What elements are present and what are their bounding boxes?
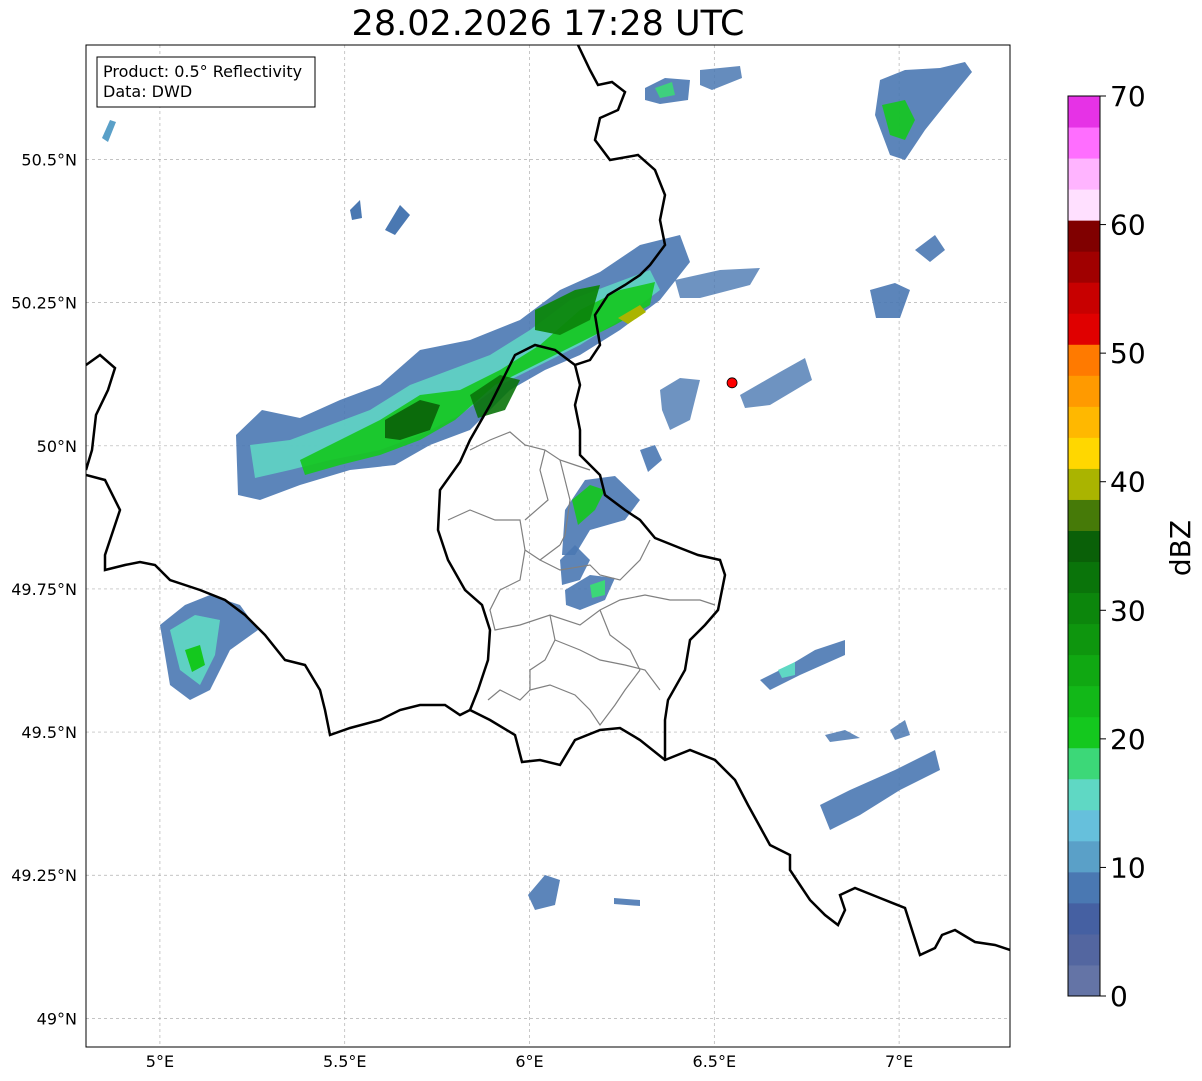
colorbar-segment (1068, 747, 1100, 780)
info-product: Product: 0.5° Reflectivity (103, 62, 302, 81)
colorbar: 0 10 20 30 40 50 60 70 (1067, 80, 1146, 1013)
colorbar-tick-label: 70 (1110, 80, 1146, 113)
colorbar-segment (1068, 437, 1100, 469)
info-box: Product: 0.5° Reflectivity Data: DWD (96, 56, 316, 108)
lat-tick-label: 49.25°N (11, 866, 77, 885)
colorbar-tick-label: 60 (1110, 209, 1146, 242)
colorbar-segment (1068, 127, 1100, 159)
colorbar-segment (1068, 871, 1100, 904)
colorbar-segment (1068, 716, 1100, 749)
lat-tick-label: 50.25°N (11, 294, 77, 313)
lat-tick-label: 49°N (37, 1009, 77, 1028)
lon-tick-label: 6.5°E (693, 1052, 737, 1071)
colorbar-tick-label: 0 (1110, 980, 1128, 1013)
colorbar-segment (1068, 282, 1100, 314)
colorbar-segment (1068, 158, 1100, 190)
colorbar-segment (1068, 933, 1100, 966)
lon-tick-label: 6°E (515, 1052, 543, 1071)
colorbar-label: dBZ (1164, 520, 1197, 576)
info-data-source: Data: DWD (103, 82, 192, 101)
colorbar-segment (1068, 902, 1100, 935)
lat-tick-label: 50.5°N (21, 151, 77, 170)
lat-tick-label: 49.5°N (21, 723, 77, 742)
colorbar-segment (1068, 840, 1100, 873)
colorbar-segment (1068, 623, 1100, 656)
colorbar-segment (1068, 592, 1100, 625)
colorbar-tick-label: 50 (1110, 337, 1146, 370)
colorbar-segment (1068, 778, 1100, 811)
colorbar-tick-label: 10 (1110, 851, 1146, 884)
colorbar-segment (1068, 189, 1100, 221)
colorbar-segment (1068, 685, 1100, 718)
colorbar-segment (1068, 220, 1100, 252)
colorbar-segment (1068, 809, 1100, 842)
lon-tick-label: 5.5°E (323, 1052, 367, 1071)
colorbar-segment (1068, 964, 1100, 997)
colorbar-segment (1068, 406, 1100, 438)
radar-site-marker (726, 377, 738, 389)
lat-tick-label: 49.75°N (11, 580, 77, 599)
colorbar-segment (1068, 654, 1100, 687)
map-svg: 5°E 5.5°E 6°E 6.5°E 7°E 49°N 49.25°N 49.5°N 49.7… (11, 44, 1197, 1071)
colorbar-segment (1068, 344, 1100, 376)
colorbar-segment (1068, 499, 1100, 531)
colorbar-segment (1068, 530, 1100, 563)
lat-tick-label: 50°N (37, 437, 77, 456)
colorbar-segment (1068, 375, 1100, 407)
colorbar-tick-label: 40 (1110, 466, 1146, 499)
colorbar-segment (1068, 251, 1100, 283)
colorbar-segment (1068, 561, 1100, 594)
colorbar-tick-label: 20 (1110, 723, 1146, 756)
lon-tick-label: 7°E (885, 1052, 913, 1071)
colorbar-segment (1068, 96, 1100, 128)
colorbar-tick-label: 30 (1110, 594, 1146, 627)
colorbar-segment (1068, 313, 1100, 345)
lon-tick-label: 5°E (146, 1052, 174, 1071)
colorbar-segment (1068, 468, 1100, 500)
radar-figure: 28.02.2026 17:28 UTC 5°E 5.5°E 6°E 6.5°E… (0, 0, 1202, 1081)
